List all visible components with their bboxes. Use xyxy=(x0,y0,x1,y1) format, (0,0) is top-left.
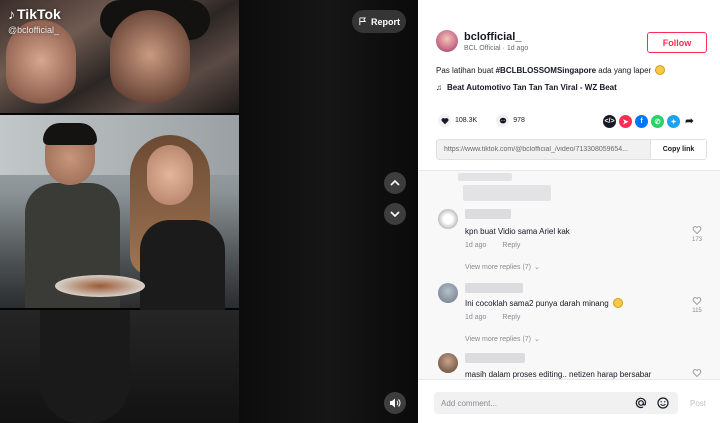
heart-outline-icon xyxy=(692,297,702,306)
whatsapp-icon: ✆ xyxy=(654,118,661,126)
heart-outline-icon xyxy=(692,226,702,235)
music-link[interactable]: ♫ Beat Automotivo Tan Tan Tan Viral - WZ… xyxy=(436,83,617,92)
view-replies-label: View more replies (7) xyxy=(465,263,532,271)
like-count: 108.3K xyxy=(455,117,478,124)
report-label: Report xyxy=(371,16,400,27)
twitter-share-button[interactable]: ✦ xyxy=(667,115,680,128)
yum-emoji-icon xyxy=(655,65,666,75)
comment-author-redacted xyxy=(465,283,523,293)
comment-input[interactable] xyxy=(441,398,621,408)
facebook-icon: f xyxy=(640,118,643,125)
comment-text-body: Ini cocoklah sama2 punya darah minang xyxy=(465,299,609,308)
video-caption: Pas latihan buat #BCLBLOSSOMSingapore ad… xyxy=(436,65,666,75)
paper-plane-icon: ➤ xyxy=(622,118,629,126)
comment-author-redacted xyxy=(465,353,525,363)
video-stats: 108.3K 978 xyxy=(438,114,525,127)
comment-like-button[interactable]: 173 xyxy=(692,225,702,243)
comment-input-box xyxy=(434,392,678,414)
view-replies-label: View more replies (7) xyxy=(465,335,532,343)
flag-icon xyxy=(359,17,367,26)
comment-time: 1d ago xyxy=(465,314,487,321)
tiktok-logo: ♪ TikTok xyxy=(8,6,61,22)
reply-button[interactable]: Reply xyxy=(502,314,520,321)
comment-like-button[interactable] xyxy=(692,368,702,378)
chevron-down-icon xyxy=(390,211,400,218)
comment-time: 1d ago xyxy=(465,242,487,249)
comment-avatar[interactable] xyxy=(438,283,458,303)
author-display-name: BCL Official xyxy=(464,44,501,52)
heart-outline-icon xyxy=(692,369,702,378)
comment-text: Ini cocoklah sama2 punya darah minang xyxy=(465,298,623,308)
post-button[interactable]: Post xyxy=(690,399,706,408)
author-username[interactable]: bclofficial_ xyxy=(464,31,528,43)
more-share-button[interactable]: ➦ xyxy=(683,115,696,128)
report-button[interactable]: Report xyxy=(352,10,406,33)
video-link-url[interactable]: https://www.tiktok.com/@bclofficial_/vid… xyxy=(437,146,650,153)
tiktok-note-icon: ♪ xyxy=(8,6,15,22)
grin-emoji-icon xyxy=(612,298,623,308)
send-to-friends-button[interactable]: ➤ xyxy=(619,115,632,128)
share-arrow-icon: ➦ xyxy=(685,116,694,127)
tiktok-video-page: ♪ TikTok @bclofficial_ Report bclofficia… xyxy=(0,0,720,423)
reply-button[interactable]: Reply xyxy=(502,242,520,249)
comment-meta: 1d ago Reply xyxy=(465,242,520,249)
whatsapp-share-button[interactable]: ✆ xyxy=(651,115,664,128)
video-frame-middle xyxy=(0,115,239,310)
redacted-name xyxy=(458,173,512,181)
author-avatar[interactable] xyxy=(436,30,458,52)
redacted-text xyxy=(463,185,551,201)
copy-link-button[interactable]: Copy link xyxy=(650,140,706,159)
post-time: 1d ago xyxy=(506,44,529,52)
chevron-down-icon: ⌄ xyxy=(534,264,540,271)
caption-hashtag[interactable]: #BCLBLOSSOMSingapore xyxy=(496,66,596,75)
view-replies-button[interactable]: View more replies (7) ⌄ xyxy=(465,263,540,272)
caption-text-after: ada yang laper xyxy=(596,66,652,75)
view-replies-button[interactable]: View more replies (7) ⌄ xyxy=(465,335,540,344)
comment-author-redacted xyxy=(465,209,511,219)
previous-video-button[interactable] xyxy=(384,172,406,194)
separator-dot: · xyxy=(502,44,505,52)
comment-like-count: 173 xyxy=(691,237,702,243)
embed-share-button[interactable]: </> xyxy=(603,115,616,128)
comment-meta: 1d ago Reply xyxy=(465,314,520,321)
heart-icon xyxy=(441,117,448,124)
video-player[interactable]: ♪ TikTok @bclofficial_ Report xyxy=(0,0,418,423)
caption-text: Pas latihan buat xyxy=(436,66,496,75)
embed-icon: </> xyxy=(604,118,615,125)
comment-text: kpn buat Vidio sama Ariel kak xyxy=(465,227,570,236)
music-title: Beat Automotivo Tan Tan Tan Viral - WZ B… xyxy=(447,83,617,92)
comment-text: masih dalam proses editing.. netizen har… xyxy=(465,370,652,379)
video-frame-bottom xyxy=(0,310,239,423)
emoji-icon[interactable] xyxy=(656,396,670,410)
comment-avatar[interactable] xyxy=(438,353,458,373)
side-panel: bclofficial_ BCL Official · 1d ago Follo… xyxy=(418,0,720,423)
share-row: </> ➤ f ✆ ✦ ➦ xyxy=(603,115,696,128)
comment-like-button[interactable]: 115 xyxy=(692,296,702,314)
comment-like-count: 115 xyxy=(692,308,702,314)
chevron-down-icon: ⌄ xyxy=(534,336,540,343)
comment-avatar[interactable] xyxy=(438,209,458,229)
comment-count: 978 xyxy=(513,117,525,124)
author-info: bclofficial_ BCL Official · 1d ago xyxy=(436,30,528,52)
like-button[interactable] xyxy=(438,114,451,127)
follow-button[interactable]: Follow xyxy=(647,32,707,53)
twitter-icon: ✦ xyxy=(670,118,677,126)
author-subtitle: BCL Official · 1d ago xyxy=(464,45,528,52)
facebook-share-button[interactable]: f xyxy=(635,115,648,128)
volume-button[interactable] xyxy=(384,392,406,414)
mention-icon[interactable] xyxy=(634,396,648,410)
comment-list[interactable]: kpn buat Vidio sama Ariel kak 1d ago Rep… xyxy=(418,171,720,379)
chevron-up-icon xyxy=(390,179,400,186)
speaker-icon xyxy=(390,398,401,408)
video-link-box: https://www.tiktok.com/@bclofficial_/vid… xyxy=(436,139,707,160)
video-watermark-handle: @bclofficial_ xyxy=(8,25,59,35)
tiktok-brand-text: TikTok xyxy=(17,6,61,22)
comment-icon xyxy=(499,117,506,123)
music-note-icon: ♫ xyxy=(436,83,442,92)
comment-input-bar: Post xyxy=(418,379,720,423)
comment-button[interactable] xyxy=(496,114,510,127)
next-video-button[interactable] xyxy=(384,203,406,225)
